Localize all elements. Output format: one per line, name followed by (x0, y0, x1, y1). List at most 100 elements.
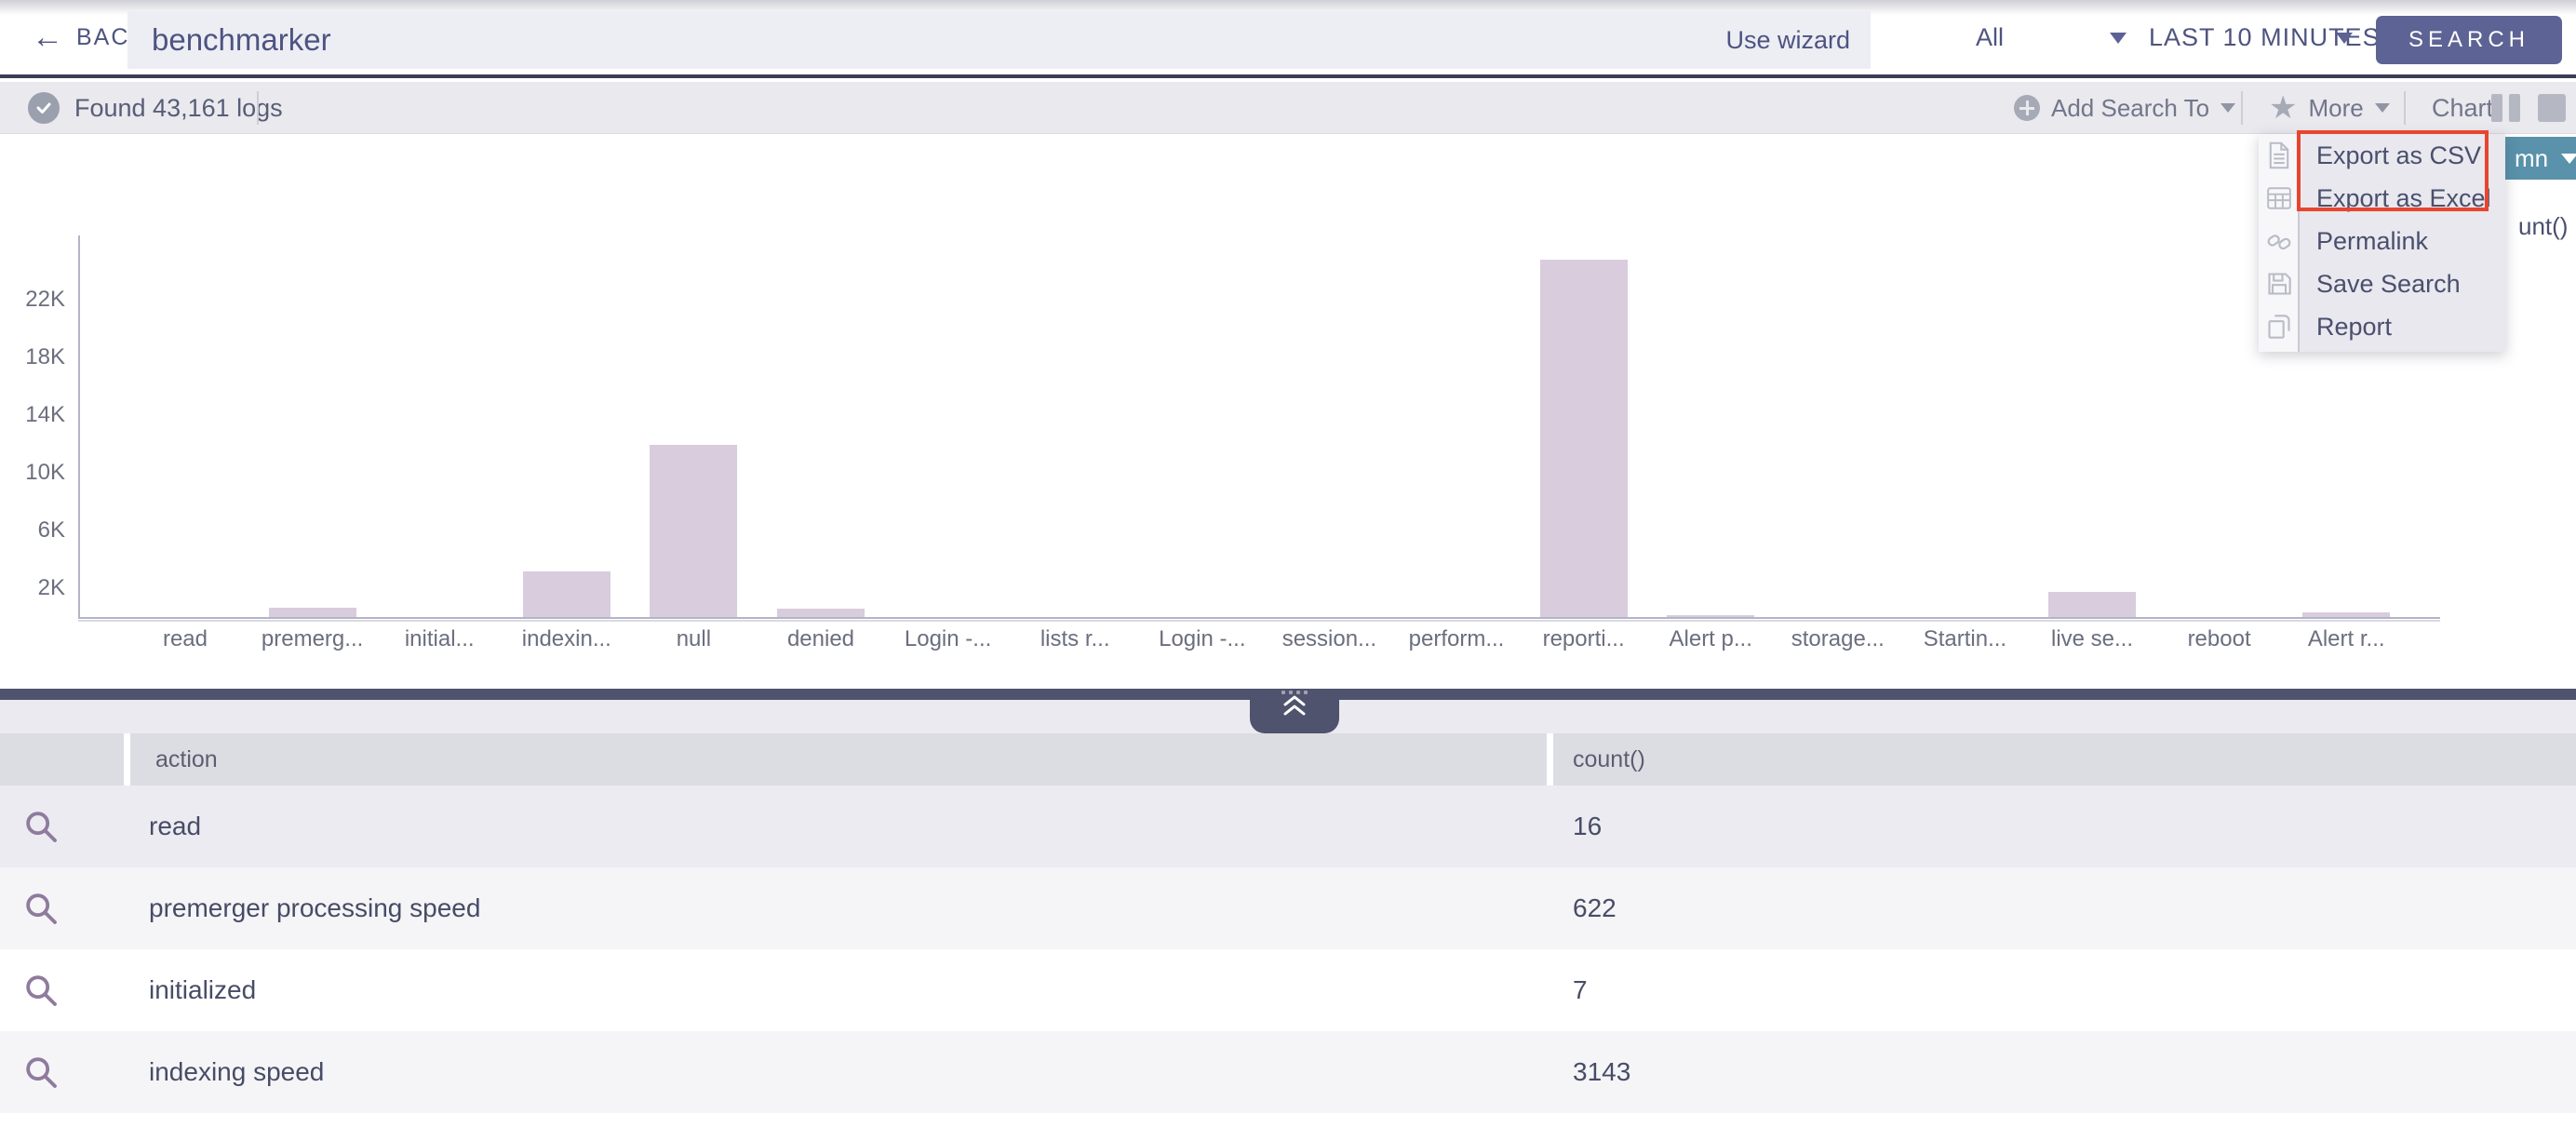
table-row: read 16 (0, 785, 2576, 867)
x-axis-label: reporti... (1519, 626, 1649, 652)
action-cell: initialized (149, 949, 256, 1031)
x-axis-label: perform... (1391, 626, 1522, 652)
check-circle-icon (28, 92, 60, 124)
x-axis-label: Login -... (1137, 626, 1268, 652)
x-axis-label: live se... (2027, 626, 2157, 652)
menu-item-label: Report (2300, 313, 2392, 342)
collapse-panel-tab[interactable] (1250, 689, 1339, 733)
toolbar-divider (2241, 91, 2243, 125)
menu-item-report[interactable]: Report (2259, 305, 2505, 348)
chart-bar[interactable] (269, 608, 356, 617)
x-axis-label: initial... (374, 626, 504, 652)
y-axis-tick-label: 22K (7, 287, 65, 313)
results-toolbar: Found 43,161 logs Add Search To ★ More C… (0, 82, 2576, 134)
menu-item-label: Permalink (2300, 227, 2428, 256)
column-header-action[interactable]: action (155, 733, 218, 785)
column-header-count[interactable]: count() (1573, 733, 1645, 785)
table-row: indexing speed 3143 (0, 1031, 2576, 1113)
add-search-to-button[interactable]: Add Search To (2014, 82, 2235, 134)
x-axis-line (78, 617, 2440, 619)
menu-item-export-excel[interactable]: Export as Excel (2259, 177, 2505, 220)
y-axis-tick-label: 2K (7, 575, 65, 601)
column-chart-view-icon[interactable] (2491, 94, 2521, 122)
action-cell: indexing speed (149, 1031, 324, 1113)
x-axis-label: storage... (1773, 626, 1903, 652)
more-button[interactable]: ★ More (2269, 82, 2390, 134)
menu-item-label: Export as Excel (2300, 184, 2491, 213)
add-column-caret-icon (2561, 154, 2576, 164)
magnifier-icon[interactable] (22, 972, 60, 1013)
x-axis-label: denied (756, 626, 886, 652)
action-cell: read (149, 785, 201, 867)
results-table: action count() read 16 premerger process… (0, 700, 2576, 1141)
chevron-up-double-icon (1280, 694, 1309, 718)
x-axis-label: lists r... (1010, 626, 1140, 652)
search-button[interactable]: SEARCH (2376, 16, 2562, 64)
table-row: initialized 7 (0, 949, 2576, 1031)
use-wizard-link[interactable]: Use wizard (1725, 26, 1871, 55)
result-count: Found 43,161 logs (28, 82, 283, 134)
action-cell: premerger processing speed (149, 867, 480, 949)
search-input[interactable] (127, 22, 1725, 58)
count-cell: 16 (1573, 785, 1602, 867)
search-box: Use wizard (127, 11, 1871, 69)
magnifier-icon[interactable] (22, 808, 60, 850)
x-axis-label: indexin... (502, 626, 632, 652)
add-search-to-label: Add Search To (2051, 94, 2209, 123)
y-axis-tick-label: 18K (7, 344, 65, 370)
full-view-icon[interactable] (2538, 94, 2566, 122)
x-axis-label: Alert r... (2281, 626, 2411, 652)
chart-bar[interactable] (523, 571, 610, 617)
x-axis-shadow (78, 620, 2440, 622)
plus-circle-icon (2014, 95, 2040, 121)
add-search-to-caret-icon (2220, 103, 2235, 113)
add-column-button-partial[interactable]: mn (2505, 137, 2576, 180)
table-header-row: action count() (0, 733, 2576, 785)
y-axis-tick-label: 10K (7, 460, 65, 486)
more-caret-icon (2375, 103, 2390, 113)
toolbar-divider (257, 91, 259, 125)
magnifier-icon[interactable] (22, 1054, 60, 1095)
column-separator (1547, 733, 1553, 785)
more-label: More (2308, 94, 2363, 123)
x-axis-label: premerg... (248, 626, 378, 652)
x-axis-label: Login -... (883, 626, 1013, 652)
file-icon (2259, 141, 2300, 169)
scope-caret-icon[interactable] (2110, 33, 2127, 44)
plot-area (78, 235, 2440, 617)
side-panel-count-header-partial: unt() (2518, 212, 2568, 241)
link-icon (2259, 228, 2300, 254)
menu-item-label: Export as CSV (2300, 141, 2481, 170)
chart-label-text: Chart (2432, 94, 2493, 123)
star-icon: ★ (2269, 92, 2297, 124)
time-range-caret-icon[interactable] (2336, 33, 2353, 44)
result-count-text: Found 43,161 logs (74, 94, 283, 123)
toolbar-divider (2404, 91, 2406, 125)
chart-bar[interactable] (1540, 260, 1628, 617)
y-axis-tick-label: 14K (7, 402, 65, 428)
x-axis-label: Startin... (1899, 626, 2030, 652)
table-row: premerger processing speed 622 (0, 867, 2576, 949)
chart-bar[interactable] (2048, 592, 2136, 617)
count-cell: 622 (1573, 867, 1617, 949)
column-separator (124, 733, 130, 785)
menu-item-save-search[interactable]: Save Search (2259, 262, 2505, 305)
chart-bar[interactable] (777, 609, 865, 617)
copy-icon (2259, 314, 2300, 340)
scope-select[interactable]: All (1976, 0, 2004, 74)
x-axis-label: reboot (2154, 626, 2285, 652)
x-axis-label: read (120, 626, 250, 652)
menu-item-export-csv[interactable]: Export as CSV (2259, 134, 2505, 177)
more-dropdown-menu: Export as CSV Export as Excel Permalink (2259, 134, 2505, 352)
menu-item-permalink[interactable]: Permalink (2259, 220, 2505, 262)
chart-bar[interactable] (650, 445, 737, 617)
count-cell: 3143 (1573, 1031, 1630, 1113)
y-axis-tick-label: 6K (7, 517, 65, 544)
magnifier-icon[interactable] (22, 890, 60, 932)
chart-section-label: Chart (2432, 82, 2493, 134)
back-arrow-icon: ← (32, 21, 65, 53)
menu-item-label: Save Search (2300, 270, 2461, 299)
count-cell: 7 (1573, 949, 1588, 1031)
log-search-app: ← BACK Use wizard All LAST 10 MINUTES SE… (0, 0, 2576, 1141)
add-column-button-text: mn (2515, 144, 2548, 173)
